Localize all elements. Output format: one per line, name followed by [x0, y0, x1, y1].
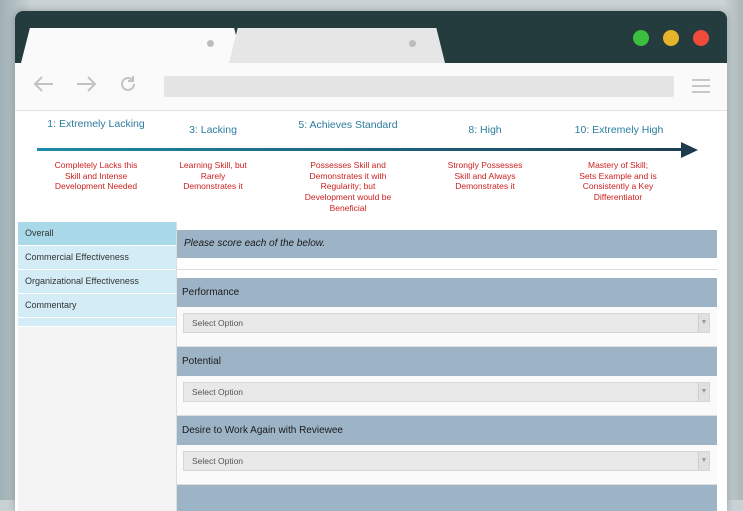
back-arrow-icon[interactable] — [31, 74, 57, 98]
maximize-button[interactable] — [633, 30, 649, 46]
address-bar[interactable] — [164, 76, 674, 97]
scale-title-5: 5: Achieves Standard — [298, 119, 398, 131]
tab-close-icon[interactable] — [207, 40, 214, 47]
scale-title-10: 10: Extremely High — [574, 124, 664, 136]
select-value: Select Option — [192, 318, 244, 328]
scale-title-8: 8: High — [468, 124, 502, 136]
main-form: Please score each of the below. Performa… — [177, 222, 717, 511]
question-header-next — [177, 485, 717, 511]
sidebar-item-organizational-effectiveness[interactable]: Organizational Effectiveness — [18, 270, 176, 294]
select-value: Select Option — [192, 456, 244, 466]
rating-scale: 1: Extremely Lacking 3: Lacking 5: Achie… — [15, 111, 727, 221]
sidebar-item-overall[interactable]: Overall — [18, 222, 176, 246]
scale-title-3: 3: Lacking — [189, 124, 237, 136]
question-header-performance: Performance — [177, 278, 717, 307]
minimize-button[interactable] — [663, 30, 679, 46]
tab-close-icon[interactable] — [409, 40, 416, 47]
close-window-button[interactable] — [693, 30, 709, 46]
scale-title-1: 1: Extremely Lacking — [47, 118, 145, 130]
question-body-potential: Select Option ▼ — [177, 376, 717, 416]
chevron-down-icon[interactable]: ▼ — [698, 452, 709, 470]
browser-tab-inactive[interactable] — [229, 28, 445, 63]
sidebar-item-commercial-effectiveness[interactable]: Commercial Effectiveness — [18, 246, 176, 270]
chevron-down-icon[interactable]: ▼ — [698, 314, 709, 332]
section-sidebar: Overall Commercial Effectiveness Organiz… — [18, 222, 177, 511]
question-header-desire-to-work-again: Desire to Work Again with Reviewee — [177, 416, 717, 445]
reload-icon[interactable] — [115, 74, 141, 98]
forward-arrow-icon[interactable] — [73, 74, 99, 98]
question-body-performance: Select Option ▼ — [177, 307, 717, 347]
scale-desc-5: Possesses Skill and Demonstrates it with… — [304, 160, 392, 213]
form-intro: Please score each of the below. — [177, 230, 717, 258]
browser-navbar — [15, 63, 727, 111]
scale-arrow-icon — [681, 142, 698, 158]
chevron-down-icon[interactable]: ▼ — [698, 383, 709, 401]
desire-to-work-again-select[interactable]: Select Option ▼ — [183, 451, 710, 471]
browser-window: 1: Extremely Lacking 3: Lacking 5: Achie… — [15, 11, 727, 511]
form-intro-spacer — [177, 258, 717, 270]
sidebar-item-commentary[interactable]: Commentary — [18, 294, 176, 318]
select-value: Select Option — [192, 387, 244, 397]
browser-tab-active[interactable] — [21, 28, 243, 63]
hamburger-menu-icon[interactable] — [692, 79, 710, 93]
scale-desc-8: Strongly Possesses Skill and Always Demo… — [447, 160, 523, 192]
scale-desc-1: Completely Lacks this Skill and Intense … — [54, 160, 138, 192]
question-header-potential: Potential — [177, 347, 717, 376]
scale-arrow-line — [37, 148, 687, 151]
performance-select[interactable]: Select Option ▼ — [183, 313, 710, 333]
browser-titlebar — [15, 11, 727, 63]
potential-select[interactable]: Select Option ▼ — [183, 382, 710, 402]
question-body-desire-to-work-again: Select Option ▼ — [177, 445, 717, 485]
sidebar-spacer — [18, 318, 176, 327]
scale-desc-3: Learning Skill, but Rarely Demonstrates … — [179, 160, 247, 192]
scale-desc-10: Mastery of Skill; Sets Example and is Co… — [579, 160, 657, 203]
